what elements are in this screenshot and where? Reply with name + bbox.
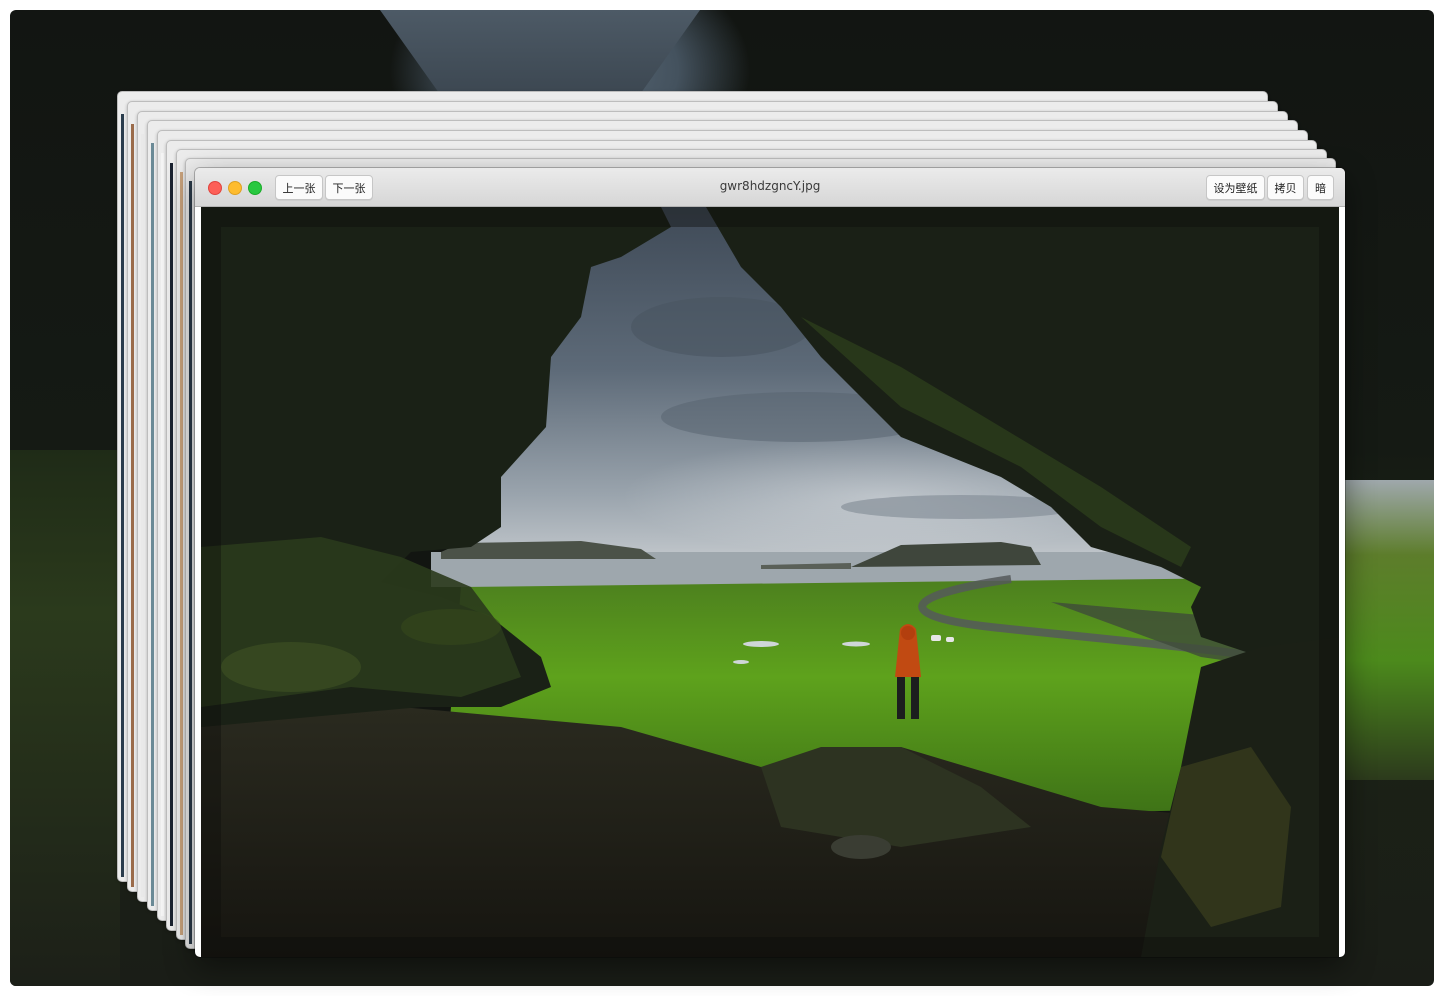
cave-landscape-image (201, 207, 1339, 957)
image-viewer-window[interactable]: 上一张 下一张 gwr8hdzgncY.jpg 设为壁纸 拷贝 暗 (195, 168, 1345, 957)
dark-mode-button[interactable]: 暗 (1307, 175, 1334, 200)
wallpaper-rock (10, 450, 120, 986)
wallpaper-field (1344, 480, 1434, 780)
copy-button[interactable]: 拷贝 (1267, 175, 1304, 200)
set-wallpaper-button[interactable]: 设为壁纸 (1206, 175, 1265, 200)
titlebar[interactable]: 上一张 下一张 gwr8hdzgncY.jpg 设为壁纸 拷贝 暗 (195, 168, 1345, 207)
window-title: gwr8hdzgncY.jpg (719, 179, 821, 193)
wallpaper-sky (380, 10, 700, 100)
photo-view (201, 207, 1339, 957)
